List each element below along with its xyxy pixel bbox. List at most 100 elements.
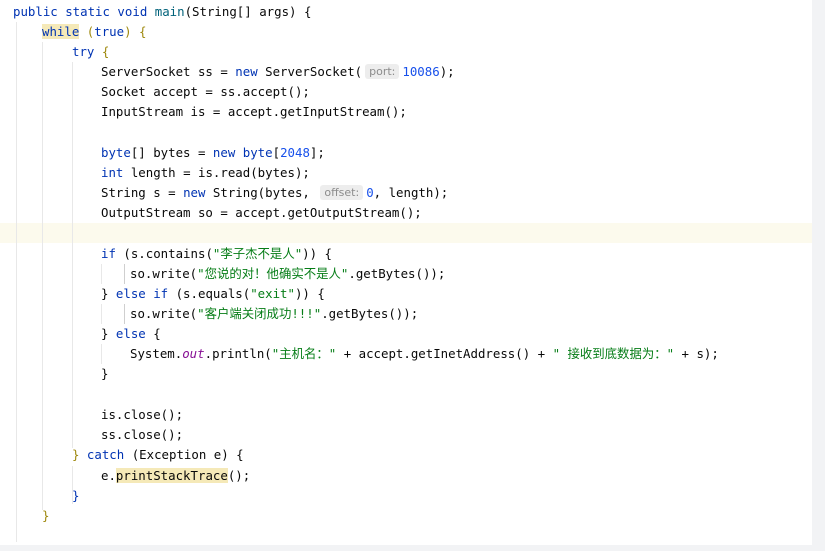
code-token: true [94, 24, 125, 39]
code-token: , length); [373, 185, 449, 200]
code-token: ServerSocket ss = [101, 64, 236, 79]
code-line[interactable]: so.write("您说的对！他确实不是人".getBytes()); [130, 264, 445, 284]
indent-guide [124, 264, 125, 284]
code-token: new [212, 145, 236, 160]
code-editor[interactable]: public static void main(String[] args) {… [0, 0, 812, 545]
code-line[interactable]: ss.close(); [101, 425, 183, 445]
code-token: + s); [674, 346, 719, 361]
code-line[interactable]: while (true) { [42, 22, 146, 42]
code-line[interactable]: String s = new String(bytes, offset: 0, l… [101, 183, 448, 203]
indent-guide [101, 344, 102, 364]
code-token: )) { [294, 286, 325, 301]
code-token: ]; [309, 145, 325, 160]
code-line[interactable]: } else if (s.equals("exit")) { [101, 284, 325, 304]
code-token: e. [101, 468, 116, 483]
code-line[interactable]: } else { [101, 324, 161, 344]
code-line[interactable]: e.printStackTrace(); [101, 466, 250, 486]
code-line[interactable]: InputStream is = accept.getInputStream()… [101, 102, 407, 122]
code-token: String s = [101, 185, 184, 200]
code-token: .getBytes()); [321, 306, 419, 321]
code-token: InputStream is = accept.getInputStream()… [101, 104, 407, 119]
code-token: { [94, 44, 110, 59]
code-line[interactable]: byte[] bytes = new byte[2048]; [101, 143, 325, 163]
code-line[interactable]: public static void main(String[] args) { [13, 2, 311, 22]
code-token: (s.equals( [168, 286, 251, 301]
code-token: "客户端关闭成功!!!" [197, 306, 322, 321]
code-line[interactable]: OutputStream so = accept.getOutputStream… [101, 203, 422, 223]
code-line[interactable]: } catch (Exception e) { [72, 445, 244, 465]
code-token: so.write( [130, 266, 198, 281]
code-line[interactable]: so.write("客户端关闭成功!!!".getBytes()); [130, 304, 418, 324]
code-token: } [72, 447, 87, 462]
code-token: } [101, 286, 116, 301]
code-token: } [101, 326, 116, 341]
indent-guide [101, 304, 102, 324]
code-token: while [42, 24, 80, 39]
code-token: Socket accept = ss.accept(); [101, 84, 310, 99]
code-token: new [235, 64, 258, 79]
code-token: is.close(); [101, 407, 184, 422]
code-token: )) { [302, 246, 333, 261]
code-token: else [115, 326, 146, 341]
code-token: [ [272, 145, 281, 160]
code-token: (s.contains( [115, 246, 213, 261]
code-line[interactable]: if (s.contains("李子杰不是人")) { [101, 244, 332, 264]
code-token: "主机名：" [271, 346, 337, 361]
code-token: "exit" [250, 286, 295, 301]
code-token: (); [227, 468, 251, 483]
code-token: } [101, 366, 109, 381]
code-token: } [72, 488, 80, 503]
code-token: { [145, 326, 161, 341]
code-token: so.write( [130, 306, 198, 321]
code-token: new [183, 185, 206, 200]
code-token: ); [439, 64, 455, 79]
code-token: (Exception e) { [124, 447, 244, 462]
code-token: (String[] args) { [184, 4, 312, 19]
code-token: 10086 [402, 64, 440, 79]
code-token: "您说的对！他确实不是人" [197, 266, 349, 281]
code-token: catch [86, 447, 125, 462]
code-token: "李子杰不是人" [212, 246, 303, 261]
code-line[interactable]: try { [72, 42, 109, 62]
code-token: printStackTrace [115, 468, 228, 483]
code-line[interactable]: int length = is.read(bytes); [101, 163, 310, 183]
code-line[interactable]: } [72, 486, 79, 506]
code-token: else if [115, 286, 169, 301]
code-token: ServerSocket( [257, 64, 363, 79]
code-line[interactable]: is.close(); [101, 405, 183, 425]
code-token: ( [79, 24, 95, 39]
code-token: if [101, 246, 116, 261]
code-token: .getBytes()); [348, 266, 446, 281]
code-token: try [72, 44, 95, 59]
code-token: String(bytes, [205, 185, 318, 200]
indent-guide [101, 264, 102, 284]
code-line[interactable]: } [101, 364, 108, 384]
code-token: + accept.getInetAddress() + [336, 346, 553, 361]
indent-guide [42, 42, 43, 510]
code-token: " 接收到底数据为：" [552, 346, 675, 361]
code-token: length = is.read(bytes); [123, 165, 310, 180]
code-token: main [154, 4, 185, 19]
indent-guide [124, 304, 125, 324]
code-token: ss.close(); [101, 427, 184, 442]
indent-guide [72, 62, 73, 448]
code-token: int [101, 165, 124, 180]
code-line[interactable]: ServerSocket ss = new ServerSocket(port:… [101, 62, 455, 82]
code-token: } [42, 508, 50, 523]
code-token: System. [130, 346, 183, 361]
code-token: 0 [366, 185, 374, 200]
code-token: public static void [13, 4, 155, 19]
code-token: ) { [124, 24, 147, 39]
code-token: [] bytes = [130, 145, 213, 160]
code-token: 2048 [280, 145, 310, 160]
parameter-hint: port: [365, 64, 400, 79]
code-line[interactable]: } [42, 506, 49, 526]
code-line[interactable]: System.out.println("主机名：" + accept.getIn… [130, 344, 719, 364]
indent-guide [16, 22, 17, 542]
code-line[interactable]: Socket accept = ss.accept(); [101, 82, 310, 102]
parameter-hint: offset: [320, 185, 364, 200]
current-line-highlight [0, 223, 812, 243]
code-token: .println( [204, 346, 272, 361]
code-token: byte [235, 145, 273, 160]
code-token: byte [101, 145, 131, 160]
